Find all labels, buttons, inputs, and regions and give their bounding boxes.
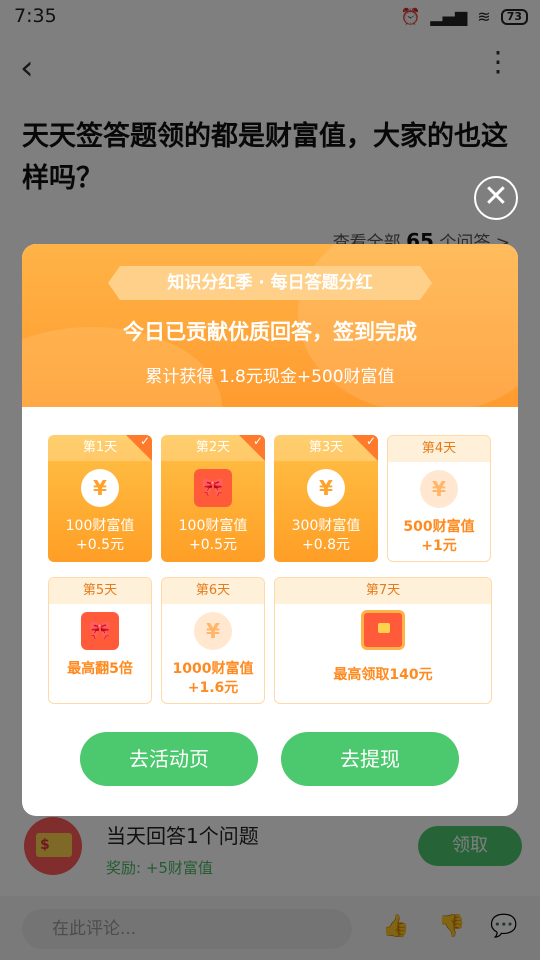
ribbon-title: 知识分红季 · 每日答题分红 bbox=[108, 266, 432, 300]
signin-modal: 知识分红季 · 每日答题分红 今日已贡献优质回答，签到完成 累计获得 1.8元现… bbox=[22, 244, 518, 816]
day-card-7: 第7天 最高领取140元 bbox=[274, 577, 492, 704]
day-reward: 最高翻5倍 bbox=[67, 661, 133, 677]
withdraw-button[interactable]: 去提现 bbox=[281, 732, 459, 786]
day-reward: 100财富值 bbox=[65, 518, 135, 534]
day-reward: 最高领取140元 bbox=[333, 667, 433, 683]
day-label: 第5天 bbox=[49, 578, 151, 604]
check-icon: ✓ bbox=[252, 435, 263, 448]
day-reward: 500财富值 bbox=[403, 519, 475, 535]
day-cash: +1.6元 bbox=[187, 680, 239, 696]
coin-icon: ¥ bbox=[420, 470, 458, 508]
day-cash: +1元 bbox=[421, 538, 457, 554]
day-label: 第6天 bbox=[162, 578, 264, 604]
coin-icon: ¥ bbox=[194, 612, 232, 650]
go-activity-button[interactable]: 去活动页 bbox=[80, 732, 258, 786]
day-reward: 100财富值 bbox=[178, 518, 248, 534]
day-card-5: 第5天 🎀 最高翻5倍 bbox=[48, 577, 152, 704]
modal-header: 知识分红季 · 每日答题分红 今日已贡献优质回答，签到完成 累计获得 1.8元现… bbox=[22, 244, 518, 407]
day-card-3: 第3天 ✓ ¥ 300财富值 +0.8元 bbox=[274, 435, 378, 562]
check-icon: ✓ bbox=[365, 435, 376, 448]
day-cash: +0.8元 bbox=[302, 537, 350, 553]
day-card-1: 第1天 ✓ ¥ 100财富值 +0.5元 bbox=[48, 435, 152, 562]
day-card-6: 第6天 ¥ 1000财富值 +1.6元 bbox=[161, 577, 265, 704]
day-label: 第4天 bbox=[388, 436, 490, 462]
coin-icon: ¥ bbox=[307, 469, 345, 507]
check-icon: ✓ bbox=[139, 435, 150, 448]
day-reward: 300财富值 bbox=[291, 518, 361, 534]
modal-headline: 今日已贡献优质回答，签到完成 bbox=[123, 320, 417, 344]
day-label: 第7天 bbox=[275, 578, 491, 604]
gift-icon: 🎀 bbox=[81, 612, 119, 650]
day-cash: +0.5元 bbox=[76, 537, 124, 553]
coin-icon: ¥ bbox=[81, 469, 119, 507]
close-icon[interactable]: ✕ bbox=[474, 176, 518, 220]
day-card-4: 第4天 ¥ 500财富值 +1元 bbox=[387, 435, 491, 562]
day-card-2: 第2天 ✓ 🎀 100财富值 +0.5元 bbox=[161, 435, 265, 562]
modal-subline: 累计获得 1.8元现金+500财富值 bbox=[145, 367, 395, 387]
day-cash: +0.5元 bbox=[189, 537, 237, 553]
treasure-chest-icon bbox=[361, 610, 405, 650]
gift-icon: 🎀 bbox=[194, 469, 232, 507]
day-reward: 1000财富值 bbox=[172, 661, 254, 677]
